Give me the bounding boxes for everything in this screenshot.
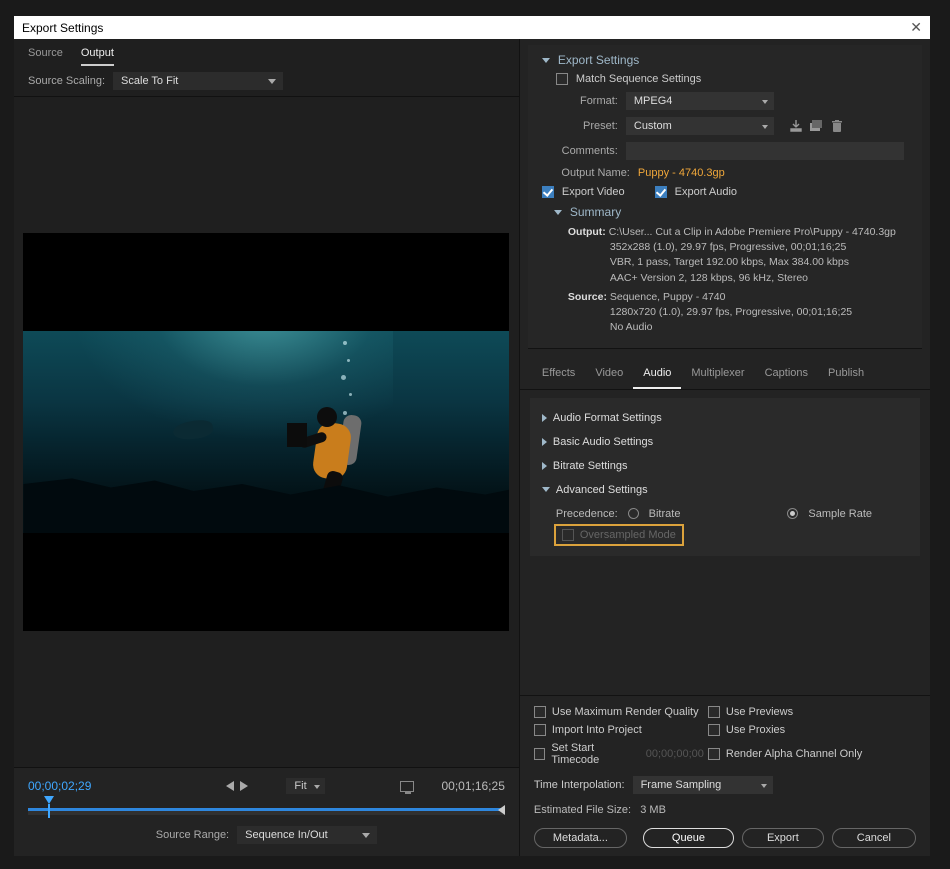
render-alpha-checkbox[interactable] bbox=[708, 748, 720, 760]
import-preset-icon[interactable] bbox=[810, 120, 824, 132]
zoom-select[interactable]: Fit bbox=[286, 778, 324, 794]
oversampled-label: Oversampled Mode bbox=[580, 529, 676, 541]
source-range-select[interactable]: Sequence In/Out bbox=[237, 826, 377, 844]
format-select[interactable]: MPEG4 bbox=[626, 92, 774, 110]
timecode-duration: 00;01;16;25 bbox=[441, 779, 504, 793]
summary-output-line3: VBR, 1 pass, Target 192.00 kbps, Max 384… bbox=[610, 255, 904, 270]
summary-source-line1: Sequence, Puppy - 4740 bbox=[610, 291, 726, 303]
tab-source[interactable]: Source bbox=[28, 47, 63, 66]
mark-in-icon[interactable] bbox=[226, 781, 234, 791]
export-settings-heading[interactable]: Export Settings bbox=[542, 53, 904, 67]
export-video-label: Export Video bbox=[562, 186, 625, 198]
export-audio-label: Export Audio bbox=[675, 186, 737, 198]
tab-publish[interactable]: Publish bbox=[818, 359, 874, 389]
advanced-heading[interactable]: Advanced Settings bbox=[542, 478, 902, 502]
export-settings-dialog: Export Settings ✕ Source Output Source S… bbox=[14, 16, 930, 856]
match-sequence-checkbox[interactable] bbox=[556, 73, 568, 85]
precedence-samplerate-radio[interactable] bbox=[787, 508, 798, 519]
precedence-samplerate-label: Sample Rate bbox=[808, 508, 872, 520]
tab-captions[interactable]: Captions bbox=[755, 359, 818, 389]
summary-output-label: Output: bbox=[568, 226, 606, 238]
timeline-slider[interactable] bbox=[28, 802, 505, 816]
basic-audio-heading[interactable]: Basic Audio Settings bbox=[542, 430, 902, 454]
tab-video[interactable]: Video bbox=[585, 359, 633, 389]
output-name-label: Output Name: bbox=[542, 167, 630, 179]
preview-tabs: Source Output bbox=[14, 39, 519, 66]
import-project-checkbox[interactable] bbox=[534, 724, 546, 736]
est-size-label: Estimated File Size: bbox=[534, 804, 631, 816]
tab-audio[interactable]: Audio bbox=[633, 359, 681, 389]
queue-button[interactable]: Queue bbox=[643, 828, 734, 848]
export-video-checkbox[interactable] bbox=[542, 186, 554, 198]
summary-source-line2: 1280x720 (1.0), 29.97 fps, Progressive, … bbox=[610, 305, 904, 320]
titlebar[interactable]: Export Settings ✕ bbox=[14, 16, 930, 39]
precedence-bitrate-radio[interactable] bbox=[628, 508, 639, 519]
max-render-checkbox[interactable] bbox=[534, 706, 546, 718]
aspect-icon[interactable] bbox=[400, 781, 414, 792]
tab-effects[interactable]: Effects bbox=[532, 359, 585, 389]
metadata-button[interactable]: Metadata... bbox=[534, 828, 627, 848]
source-range-label: Source Range: bbox=[156, 829, 229, 841]
settings-tabs: Effects Video Audio Multiplexer Captions… bbox=[520, 359, 930, 390]
preview-frame bbox=[23, 233, 509, 631]
summary-output-path: C:\User... Cut a Clip in Adobe Premiere … bbox=[609, 226, 896, 238]
timecode-current[interactable]: 00;00;02;29 bbox=[28, 779, 91, 793]
summary-output-line2: 352x288 (1.0), 29.97 fps, Progressive, 0… bbox=[610, 240, 904, 255]
comments-input[interactable] bbox=[626, 142, 904, 160]
export-audio-checkbox[interactable] bbox=[655, 186, 667, 198]
precedence-bitrate-label: Bitrate bbox=[649, 508, 681, 520]
source-scaling-select[interactable]: Scale To Fit bbox=[113, 72, 283, 90]
audio-settings-panel: Audio Format Settings Basic Audio Settin… bbox=[530, 398, 920, 556]
dialog-title: Export Settings bbox=[22, 21, 103, 35]
time-interp-select[interactable]: Frame Sampling bbox=[633, 776, 773, 794]
summary-source-label: Source: bbox=[568, 291, 607, 303]
match-sequence-label: Match Sequence Settings bbox=[576, 73, 701, 85]
preset-select[interactable]: Custom bbox=[626, 117, 774, 135]
comments-label: Comments: bbox=[542, 145, 618, 157]
audio-format-heading[interactable]: Audio Format Settings bbox=[542, 406, 902, 430]
use-proxies-label: Use Proxies bbox=[726, 724, 785, 736]
delete-preset-icon[interactable] bbox=[832, 120, 842, 132]
time-interp-label: Time Interpolation: bbox=[534, 779, 625, 791]
format-label: Format: bbox=[542, 95, 618, 107]
use-previews-checkbox[interactable] bbox=[708, 706, 720, 718]
preview-area bbox=[14, 97, 519, 767]
start-timecode-checkbox[interactable] bbox=[534, 748, 545, 760]
start-timecode-label: Set Start Timecode bbox=[551, 742, 639, 766]
est-size-value: 3 MB bbox=[640, 804, 666, 816]
cancel-button[interactable]: Cancel bbox=[832, 828, 916, 848]
output-name-link[interactable]: Puppy - 4740.3gp bbox=[638, 167, 725, 179]
close-icon[interactable]: ✕ bbox=[910, 19, 922, 36]
export-button[interactable]: Export bbox=[742, 828, 824, 848]
oversampled-mode-highlight: Oversampled Mode bbox=[554, 524, 684, 546]
preset-label: Preset: bbox=[542, 120, 618, 132]
tab-multiplexer[interactable]: Multiplexer bbox=[681, 359, 754, 389]
render-alpha-label: Render Alpha Channel Only bbox=[726, 748, 862, 760]
import-project-label: Import Into Project bbox=[552, 724, 642, 736]
start-timecode-value: 00;00;00;00 bbox=[646, 748, 704, 760]
source-scaling-label: Source Scaling: bbox=[28, 75, 105, 87]
bitrate-heading[interactable]: Bitrate Settings bbox=[542, 454, 902, 478]
oversampled-checkbox[interactable] bbox=[562, 529, 574, 541]
mark-out-icon[interactable] bbox=[240, 781, 248, 791]
summary-heading[interactable]: Summary bbox=[554, 205, 904, 219]
use-proxies-checkbox[interactable] bbox=[708, 724, 720, 736]
tab-output[interactable]: Output bbox=[81, 47, 114, 66]
precedence-label: Precedence: bbox=[556, 508, 618, 520]
summary-output-line4: AAC+ Version 2, 128 kbps, 96 kHz, Stereo bbox=[610, 271, 904, 286]
out-point-icon[interactable] bbox=[498, 805, 505, 815]
preview-image bbox=[23, 331, 509, 533]
max-render-label: Use Maximum Render Quality bbox=[552, 706, 699, 718]
save-preset-icon[interactable] bbox=[790, 120, 802, 132]
summary-source-line3: No Audio bbox=[610, 320, 904, 335]
playhead-icon[interactable] bbox=[44, 796, 54, 804]
use-previews-label: Use Previews bbox=[726, 706, 793, 718]
